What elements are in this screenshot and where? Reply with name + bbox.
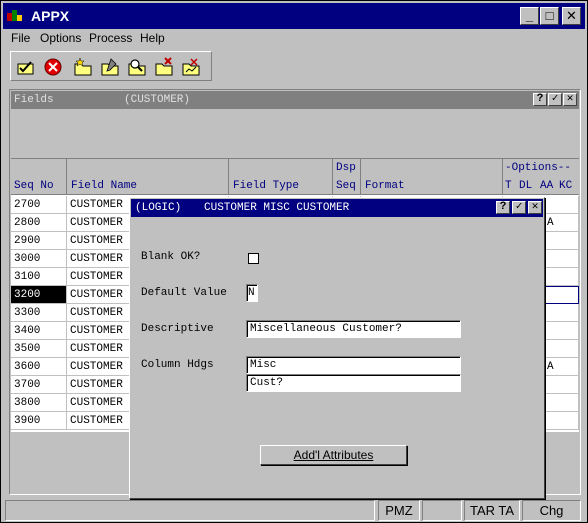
menu-file[interactable]: File (11, 31, 30, 45)
folder-search-icon[interactable] (126, 56, 148, 78)
col-field-name[interactable]: Field Name (67, 159, 229, 195)
appx-logo-icon (7, 10, 22, 21)
col-field-type-label: Field Type (233, 180, 300, 192)
row-seq-cell[interactable]: 3700 (11, 376, 67, 394)
help-button[interactable]: ? (533, 93, 547, 106)
col-options-label: -Options-- (505, 162, 572, 174)
dialog-title: CUSTOMER MISC CUSTOMER (204, 202, 350, 214)
row-seq-cell[interactable]: 3200 (11, 286, 67, 304)
maximize-button[interactable]: □ (540, 7, 559, 25)
fields-title-bar[interactable]: Fields (CUSTOMER) ? ✓ ✕ (11, 91, 579, 109)
folder-chart-icon[interactable] (180, 56, 202, 78)
row-seq-cell[interactable]: 2800 (11, 214, 67, 232)
toolbar (10, 51, 212, 81)
dialog-close-button[interactable]: ✕ (528, 201, 542, 214)
row-seq-cell[interactable]: 2900 (11, 232, 67, 250)
row-aa-value: A (547, 217, 554, 229)
col-dsp-seq[interactable]: Dsp Seq (333, 159, 361, 195)
dialog-title-bar[interactable]: (LOGIC) CUSTOMER MISC CUSTOMER ? ✓ ✕ (131, 199, 543, 217)
col-seq-label: Seq (336, 180, 356, 192)
status-blank (422, 500, 462, 521)
close-button[interactable]: ✕ (562, 7, 581, 25)
column-hdg-1-field[interactable]: Misc (246, 356, 461, 374)
row-seq-cell[interactable]: 3400 (11, 322, 67, 340)
folder-delete-icon[interactable] (153, 56, 175, 78)
menu-help[interactable]: Help (140, 31, 165, 45)
menu-bar: File Options Process Help (3, 29, 585, 47)
status-pmz: PMZ (378, 500, 420, 521)
blank-ok-checkbox[interactable] (248, 253, 259, 264)
folder-star-icon[interactable] (72, 56, 94, 78)
addl-attributes-button[interactable]: Add'l Attributes (260, 445, 407, 465)
cancel-circle-icon[interactable] (42, 56, 64, 78)
blank-ok-label: Blank OK? (141, 251, 201, 263)
col-dsp-label: Dsp (336, 162, 356, 174)
col-seq-no[interactable]: Seq No (11, 159, 67, 195)
dialog-ok-button[interactable]: ✓ (512, 201, 526, 214)
col-options[interactable]: -Options-- T DL AA KC (503, 159, 579, 195)
default-value-label: Default Value (141, 287, 227, 299)
ok-button[interactable]: ✓ (548, 93, 562, 106)
app-window: APPX _ □ ✕ File Options Process Help Fie… (0, 0, 588, 523)
dialog-help-button[interactable]: ? (496, 201, 510, 214)
status-message (5, 500, 375, 521)
close-button[interactable]: ✕ (563, 93, 577, 106)
column-hdgs-label: Column Hdgs (141, 359, 214, 371)
column-hdg-2-field[interactable]: Cust? (246, 374, 461, 392)
col-field-name-label: Field Name (71, 180, 138, 192)
descriptive-label: Descriptive (141, 323, 214, 335)
menu-process[interactable]: Process (89, 31, 132, 45)
minimize-button[interactable]: _ (520, 7, 539, 25)
window-title: APPX (31, 8, 70, 24)
col-format[interactable]: Format (361, 159, 503, 195)
row-seq-cell[interactable]: 3100 (11, 268, 67, 286)
dialog-title-tag: (LOGIC) (135, 202, 182, 214)
row-seq-cell[interactable]: 3600 (11, 358, 67, 376)
fields-subtitle: (CUSTOMER) (124, 94, 191, 106)
default-value-field[interactable]: N (246, 284, 258, 302)
col-dl-label: DL (519, 180, 533, 192)
col-field-type[interactable]: Field Type (229, 159, 333, 195)
title-bar[interactable]: APPX _ □ ✕ (3, 3, 585, 29)
col-seq-no-label: Seq No (14, 180, 54, 192)
status-tar-ta: TAR TA (464, 500, 520, 521)
col-format-label: Format (365, 180, 405, 192)
row-seq-cell[interactable]: 2700 (11, 196, 67, 214)
row-seq-cell[interactable]: 3500 (11, 340, 67, 358)
col-aa-label: AA (540, 180, 554, 192)
fields-title: Fields (14, 94, 54, 106)
row-seq-cell[interactable]: 3000 (11, 250, 67, 268)
row-aa-value: A (547, 361, 554, 373)
row-seq-cell[interactable]: 3900 (11, 412, 67, 430)
status-chg: Chg (522, 500, 581, 521)
logic-dialog: (LOGIC) CUSTOMER MISC CUSTOMER ? ✓ ✕ Bla… (129, 197, 545, 499)
menu-options[interactable]: Options (40, 31, 81, 45)
col-kc-label: KC (559, 180, 573, 192)
row-seq-cell[interactable]: 3800 (11, 394, 67, 412)
row-seq-cell[interactable]: 3300 (11, 304, 67, 322)
col-t-label: T (505, 180, 512, 192)
check-folder-icon[interactable] (15, 56, 37, 78)
status-bar: PMZ TAR TA Chg (3, 500, 585, 521)
descriptive-field[interactable]: Miscellaneous Customer? (246, 320, 461, 338)
folder-edit-icon[interactable] (99, 56, 121, 78)
